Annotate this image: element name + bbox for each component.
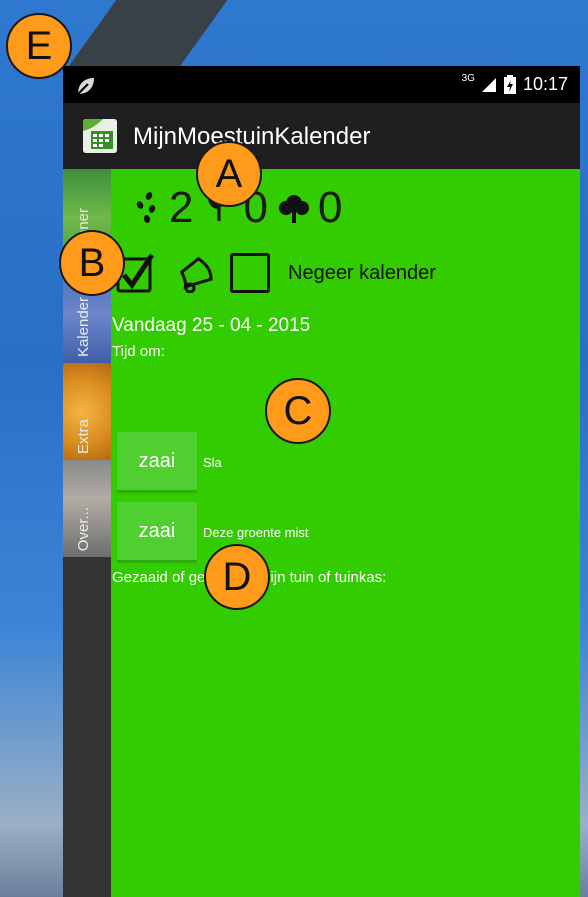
task-label: Deze groente mist (203, 524, 309, 540)
marker-b: B (59, 230, 125, 296)
tijd-label: Tijd om: (112, 343, 165, 360)
task-row: zaai Sla (117, 432, 222, 492)
tree-count: 0 (317, 183, 343, 232)
app-title: MijnMoestuinKalender (133, 123, 371, 150)
zaai-button[interactable]: zaai (117, 432, 197, 492)
battery-icon (503, 74, 516, 94)
phone-screen: 3G 10:17 MijnMoestuinKalender Planner Ka… (63, 66, 580, 897)
clock: 10:17 (522, 74, 568, 94)
tab-over-label: Over... (75, 506, 92, 551)
calendar-app-icon[interactable] (83, 119, 117, 153)
seed-count: 2 (169, 183, 194, 232)
negeer-checkbox[interactable] (230, 253, 270, 293)
status-bar: 3G 10:17 (63, 66, 580, 103)
negeer-label: Negeer kalender (288, 261, 436, 284)
marker-d: D (204, 544, 270, 610)
leaf-icon (77, 78, 94, 95)
signal-icon (481, 77, 496, 92)
marker-e: E (6, 13, 72, 79)
action-bar: MijnMoestuinKalender (63, 103, 580, 169)
status-right: 3G 10:17 (461, 73, 568, 95)
options-row: Negeer kalender (116, 253, 436, 293)
marker-a: A (196, 141, 262, 207)
tab-over[interactable]: Over... (63, 460, 111, 557)
tree-icon (278, 195, 309, 223)
network-label: 3G (461, 73, 475, 84)
bell-icon[interactable] (174, 253, 224, 293)
tab-extra-label: Extra (75, 418, 92, 454)
marker-c: C (265, 378, 331, 444)
main-content: 2 0 0 Negeer kalender Vandaag 25 - 04 - … (111, 169, 580, 897)
tab-extra[interactable]: Extra (63, 363, 111, 460)
today-date: Vandaag 25 - 04 - 2015 (112, 315, 311, 336)
tab-kalender-label: Kalender (75, 296, 92, 357)
seeds-icon (136, 192, 156, 223)
task-label: Sla (203, 454, 222, 470)
zaai-button[interactable]: zaai (117, 502, 197, 562)
